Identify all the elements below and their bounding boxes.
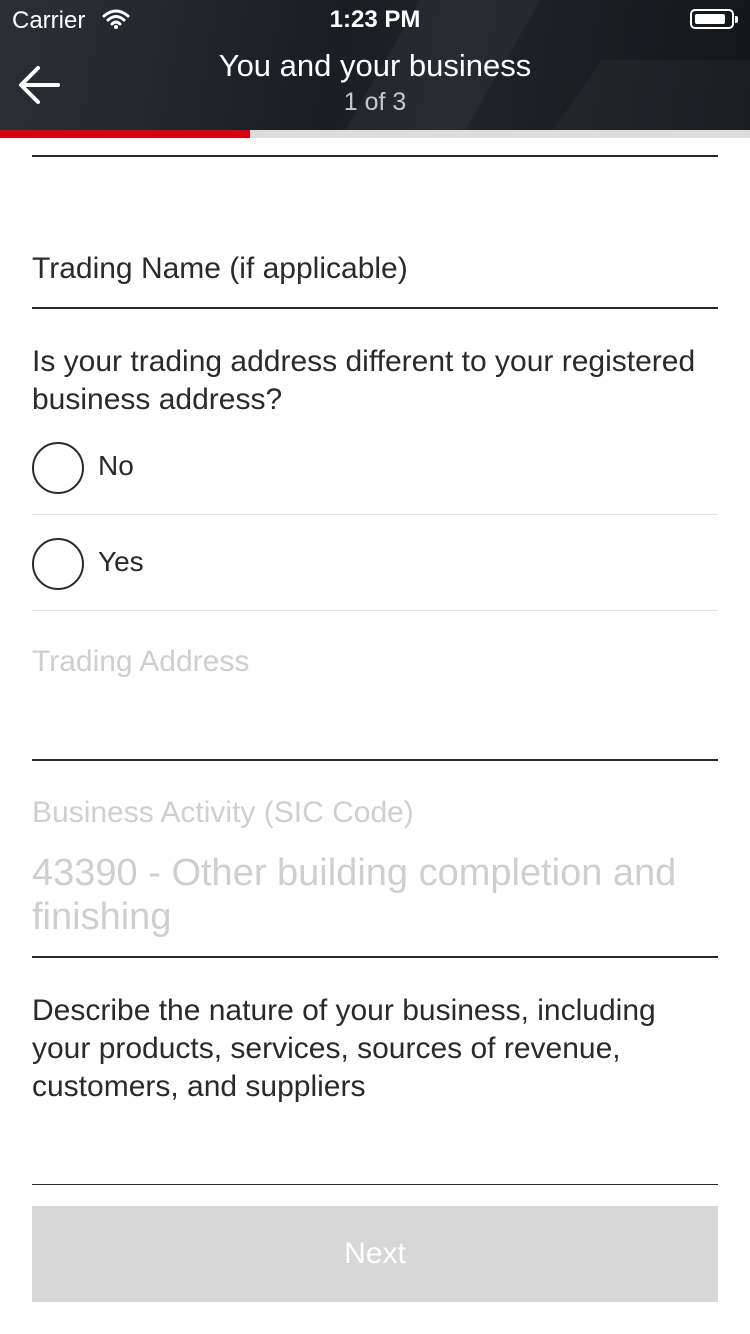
business-description-field[interactable]: Describe the nature of your business, in… [32,992,718,1106]
field-underline [32,307,718,309]
page-title: You and your business [218,48,532,83]
field-underline [32,956,718,958]
radio-option-no[interactable]: No [32,442,718,538]
field-underline [32,1184,718,1185]
field-underline [32,759,718,761]
step-indicator: 1 of 3 [343,88,407,116]
field-underline [32,155,718,157]
radio-circle-icon[interactable] [32,442,84,494]
business-activity-value: 43390 - Other building completion and fi… [32,852,677,938]
app-header: Carrier 1:23 PM You and your business 1 … [0,0,750,130]
battery-icon [690,9,738,29]
option-divider [32,610,718,611]
radio-circle-icon[interactable] [32,538,84,590]
trading-name-field[interactable]: Trading Name (if applicable) [32,250,718,288]
radio-option-yes[interactable]: Yes [32,538,718,634]
status-time: 1:23 PM [329,6,421,33]
business-activity-label: Business Activity (SIC Code) [32,796,414,829]
progress-bar-fill [0,130,250,138]
trading-address-field[interactable]: Trading Address [32,643,718,681]
next-button[interactable]: Next [32,1206,718,1302]
radio-label: No [98,450,134,481]
radio-label: Yes [98,546,144,577]
option-divider [32,514,718,515]
progress-bar [0,130,750,138]
status-bar: Carrier 1:23 PM [0,0,750,40]
trading-address-question: Is your trading address different to you… [32,345,696,416]
